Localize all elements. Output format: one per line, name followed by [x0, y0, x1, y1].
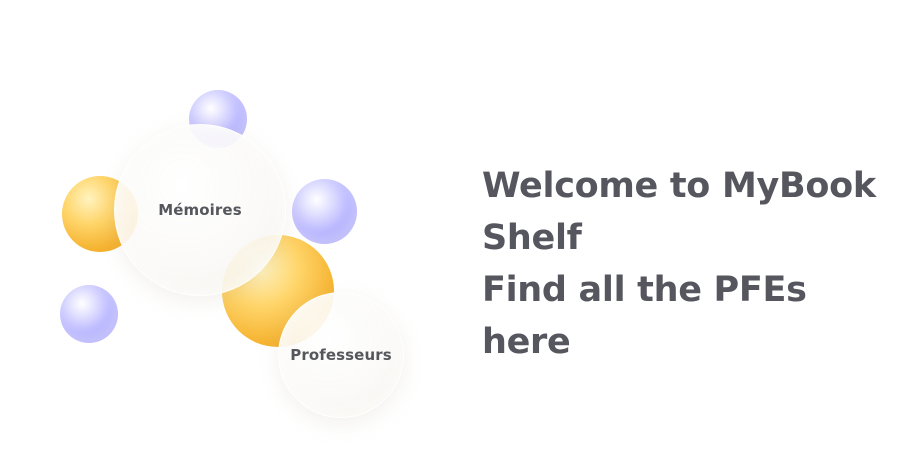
hero-illustration: Mémoires Professeurs: [0, 0, 430, 464]
professeurs-label: Professeurs: [290, 346, 392, 364]
welcome-line-1: Welcome to MyBook: [482, 166, 876, 206]
welcome-line-3: Find all the PFEs: [482, 270, 807, 310]
purple-sphere-bottom-left: [60, 285, 118, 343]
memoires-label: Mémoires: [158, 201, 242, 219]
welcome-line-4: here: [482, 322, 571, 362]
welcome-heading: Welcome to MyBook Shelf Find all the PFE…: [482, 160, 902, 368]
purple-sphere-right: [292, 179, 357, 244]
welcome-line-2: Shelf: [482, 218, 582, 258]
welcome-page: Mémoires Professeurs Welcome to MyBook S…: [0, 0, 912, 464]
professeurs-bubble[interactable]: Professeurs: [278, 292, 404, 418]
memoires-bubble[interactable]: Mémoires: [114, 124, 286, 296]
